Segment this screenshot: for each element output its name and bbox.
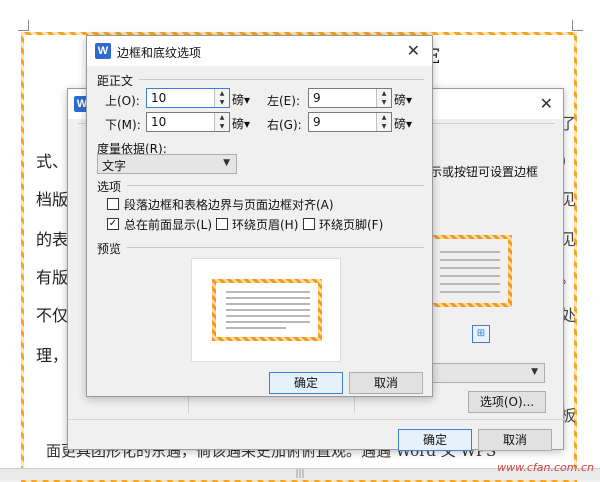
measure-value: 文字: [102, 159, 127, 173]
wps-app-icon: W: [95, 43, 111, 59]
preview-section-label: 预览: [97, 242, 122, 256]
surround-header-label: 环绕页眉(H): [232, 218, 299, 232]
left-label: 左(E):: [267, 94, 300, 108]
preview-line: [226, 327, 286, 329]
preview-line: [226, 315, 310, 317]
always-front-label: 总在前面显示(L): [124, 218, 213, 232]
preview-line: [226, 297, 310, 299]
back-ok-button[interactable]: 确定: [398, 429, 472, 451]
bottom-value: 10: [151, 115, 167, 129]
section-divider: [127, 185, 424, 186]
border-hint-text: 示或按钮可设置边框: [430, 165, 539, 179]
spin-buttons[interactable]: ▲ ▼: [214, 113, 229, 131]
back-cancel-button[interactable]: 取消: [478, 429, 552, 451]
border-options-dialog: W 边框和底纹选项 ✕ 距正文 上(O): 10 ▲ ▼ 磅▾ 左(E): 9 ▲…: [86, 35, 433, 397]
options-button[interactable]: 选项(O)...: [468, 391, 546, 413]
back-preview: [420, 207, 550, 315]
spin-down-icon[interactable]: ▼: [215, 122, 229, 131]
left-unit-dropdown[interactable]: 磅▾: [394, 91, 412, 108]
preview-line: [440, 291, 500, 293]
spin-down-icon[interactable]: ▼: [215, 98, 229, 107]
top-spin-input[interactable]: 10 ▲ ▼: [146, 88, 230, 108]
right-value: 9: [313, 115, 321, 129]
apply-to-select[interactable]: ▼: [430, 363, 545, 383]
ok-button[interactable]: 确定: [269, 372, 343, 394]
preview-area: [191, 258, 341, 362]
always-front-checkbox[interactable]: ✓: [107, 218, 119, 230]
preview-line: [440, 283, 500, 285]
top-label: 上(O):: [105, 94, 140, 108]
border-position-icon[interactable]: ⊞: [472, 325, 490, 343]
align-paragraph-label: 段落边框和表格边界与页面边框对齐(A): [124, 198, 334, 212]
spin-up-icon[interactable]: ▲: [377, 89, 391, 98]
align-paragraph-checkbox[interactable]: [107, 198, 119, 210]
bottom-unit-dropdown[interactable]: 磅▾: [232, 115, 250, 132]
doc-text-fragment: 式、: [36, 152, 69, 171]
preview-line: [440, 251, 500, 253]
doc-text-fragment: 不仅: [36, 306, 69, 325]
spin-down-icon[interactable]: ▼: [377, 122, 391, 131]
options-dialog-titlebar: W 边框和底纹选项 ✕: [87, 36, 432, 66]
doc-text-fragment: 理，: [36, 346, 69, 365]
left-spin-input[interactable]: 9 ▲ ▼: [308, 88, 392, 108]
preview-line: [226, 309, 310, 311]
surround-footer-checkbox[interactable]: [303, 218, 315, 230]
doc-text-fragment: 档版: [36, 190, 69, 209]
top-unit-dropdown[interactable]: 磅▾: [232, 91, 250, 108]
section-divider: [139, 79, 424, 80]
spin-buttons[interactable]: ▲ ▼: [376, 89, 391, 107]
options-section-label: 选项: [97, 180, 122, 194]
bottom-label: 下(M):: [105, 118, 141, 132]
watermark: www.cfan.com.cn: [497, 461, 594, 474]
chevron-down-icon: ▼: [531, 367, 538, 377]
spin-up-icon[interactable]: ▲: [215, 89, 229, 98]
spin-up-icon[interactable]: ▲: [215, 113, 229, 122]
section-divider: [127, 247, 424, 248]
spin-buttons[interactable]: ▲ ▼: [214, 89, 229, 107]
right-spin-input[interactable]: 9 ▲ ▼: [308, 112, 392, 132]
preview-line: [226, 291, 310, 293]
bottom-spin-input[interactable]: 10 ▲ ▼: [146, 112, 230, 132]
preview-line: [440, 275, 500, 277]
right-label: 右(G):: [267, 118, 302, 132]
preview-line: [440, 259, 500, 261]
cancel-button[interactable]: 取消: [349, 372, 423, 394]
preview-line: [226, 303, 310, 305]
doc-text-fragment: 的表: [36, 230, 69, 249]
close-icon[interactable]: ✕: [540, 96, 553, 112]
corner-mark: [572, 20, 583, 31]
doc-text-fragment: 有版: [36, 268, 69, 287]
spin-up-icon[interactable]: ▲: [377, 113, 391, 122]
spin-down-icon[interactable]: ▼: [377, 98, 391, 107]
close-icon[interactable]: ✕: [407, 43, 420, 59]
surround-footer-label: 环绕页脚(F): [319, 218, 384, 232]
corner-mark: [18, 20, 29, 31]
preview-line: [440, 267, 500, 269]
measure-select[interactable]: 文字 ▼: [97, 154, 237, 174]
preview-line: [226, 321, 310, 323]
spin-buttons[interactable]: ▲ ▼: [376, 113, 391, 131]
chevron-down-icon: ▼: [223, 158, 230, 168]
footer-line: [68, 419, 565, 420]
margin-section-label: 距正文: [97, 74, 134, 88]
left-value: 9: [313, 91, 321, 105]
surround-header-checkbox[interactable]: [216, 218, 228, 230]
right-unit-dropdown[interactable]: 磅▾: [394, 115, 412, 132]
back-preview-border: [428, 235, 512, 307]
dialog-title: 边框和底纹选项: [117, 46, 202, 60]
top-value: 10: [151, 91, 167, 105]
